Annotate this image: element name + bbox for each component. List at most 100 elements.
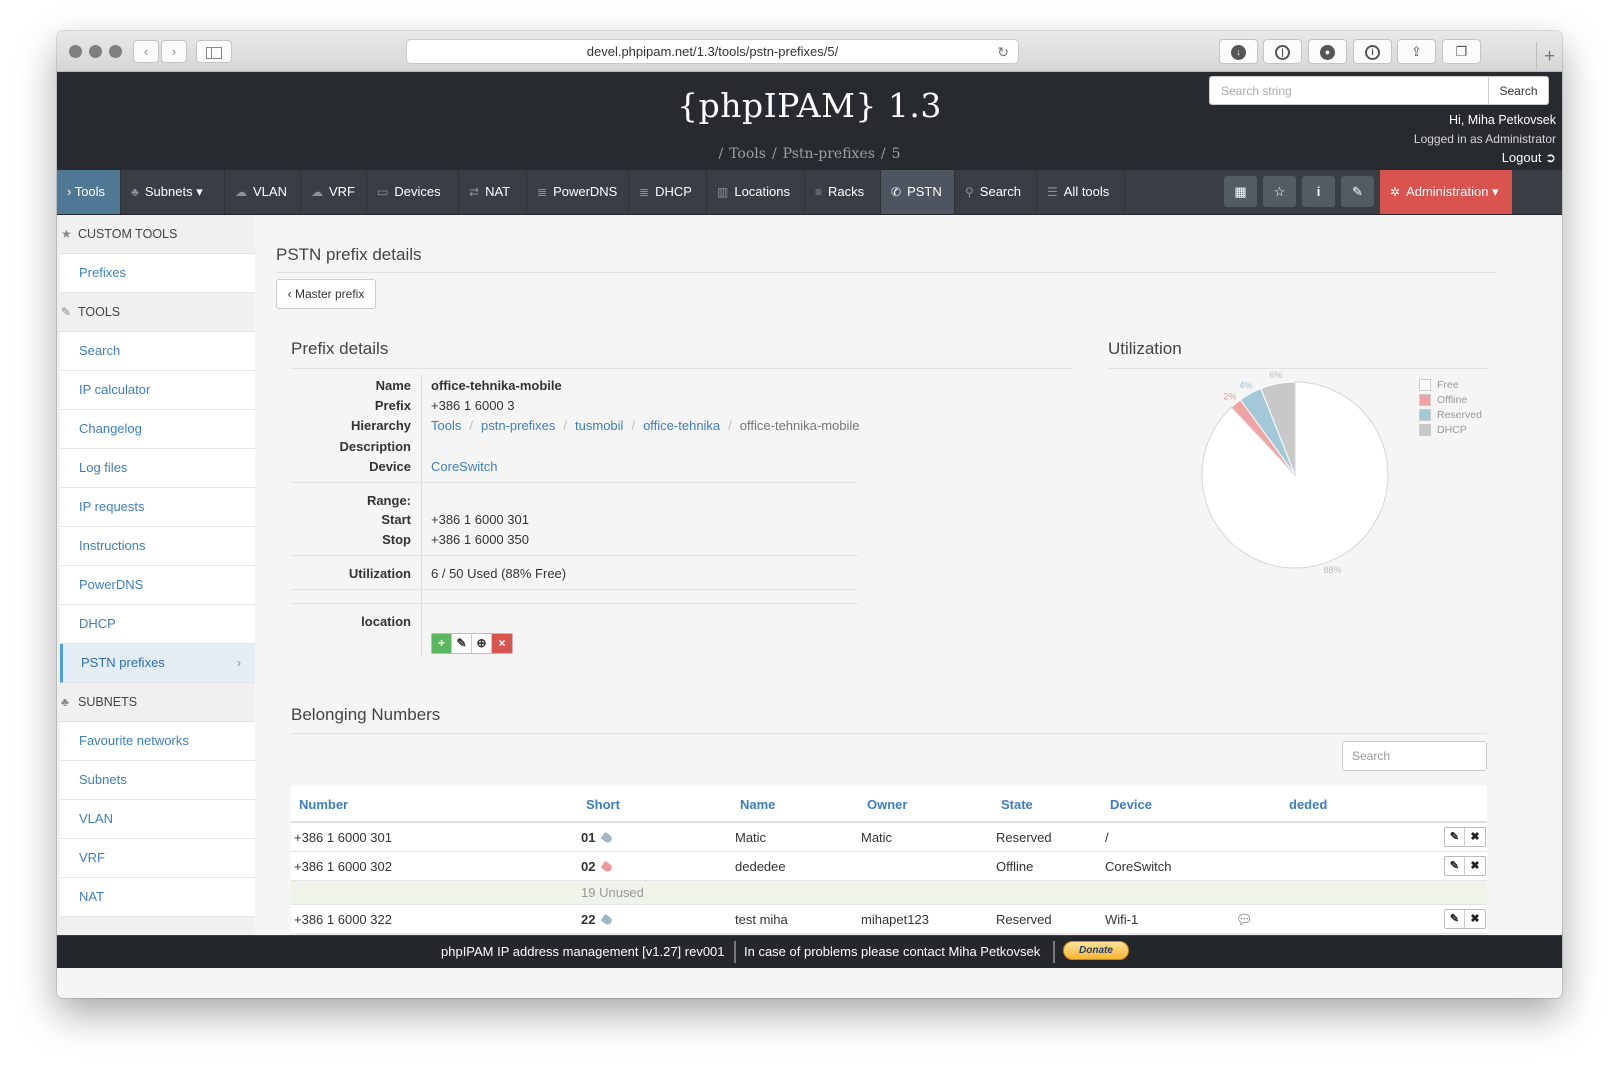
chevron-left-icon: ‹ xyxy=(143,44,149,59)
menu-dhcp[interactable]: ≣ DHCP xyxy=(629,170,707,214)
search-icon: ⚲ xyxy=(965,185,974,199)
tag-icon xyxy=(601,913,614,927)
remove-location-button[interactable]: × xyxy=(492,634,512,653)
donate-button[interactable]: Donate xyxy=(1063,941,1129,960)
add-location-button[interactable]: + xyxy=(432,634,452,653)
cell-device-link[interactable]: CoreSwitch xyxy=(1105,859,1171,874)
menu-locations[interactable]: ▥ Locations xyxy=(707,170,805,214)
numbers-divider xyxy=(291,733,1487,734)
new-tab-button[interactable]: + xyxy=(1536,42,1562,72)
info-button[interactable]: i xyxy=(1302,176,1335,207)
tabs-icon: ❐ xyxy=(1455,44,1468,59)
header-search-button[interactable]: Search xyxy=(1488,77,1548,104)
menu-nat[interactable]: ⇄ NAT xyxy=(459,170,527,214)
cell-device-link[interactable]: Wifi-1 xyxy=(1105,912,1138,927)
edit-number-button[interactable]: ✎ xyxy=(1445,828,1465,846)
cell-name: test miha xyxy=(735,912,788,927)
pie-legend: Free Offline Reserved DHCP xyxy=(1419,378,1482,438)
column-owner[interactable]: Owner xyxy=(867,797,907,812)
sidebar-item-instructions[interactable]: Instructions xyxy=(60,527,255,566)
view-location-button[interactable]: ⊕ xyxy=(472,634,492,653)
logout-link[interactable]: Logout ➲ xyxy=(1502,150,1556,166)
menu-vlan[interactable]: ☁ VLAN xyxy=(225,170,301,214)
exchange-icon: ⇄ xyxy=(469,185,480,199)
tabs-overview-button[interactable]: ❐ xyxy=(1442,39,1481,64)
wrench-icon: ✎ xyxy=(1352,184,1363,199)
sidebar-item-powerdns[interactable]: PowerDNS xyxy=(60,566,255,605)
favourites-button[interactable]: ☆ xyxy=(1263,176,1296,207)
column-short[interactable]: Short xyxy=(586,797,620,812)
sidebar-item-subnets[interactable]: Subnets xyxy=(60,761,255,800)
extension-1password-button[interactable]: | xyxy=(1263,39,1302,64)
menu-racks[interactable]: ≡ Racks xyxy=(805,170,881,214)
footer-contact[interactable]: In case of problems please contact Miha … xyxy=(744,936,1040,967)
edit-number-button[interactable]: ✎ xyxy=(1445,910,1465,928)
sidebar-item-ip-calculator[interactable]: IP calculator xyxy=(60,371,255,410)
column-device[interactable]: Device xyxy=(1110,797,1152,812)
menu-subnets[interactable]: ♣ Subnets ▾ xyxy=(121,170,225,214)
menu-all-tools[interactable]: ☰ All tools xyxy=(1037,170,1125,214)
sidebar-item-pstn-prefixes[interactable]: PSTN prefixes › xyxy=(60,644,255,683)
sidebar-item-nat[interactable]: NAT xyxy=(60,878,255,917)
hierarchy-link-office-tehnika[interactable]: office-tehnika xyxy=(643,418,720,433)
password-icon: | xyxy=(1275,45,1290,61)
cell-state: Offline xyxy=(996,859,1034,874)
sidebar-item-search[interactable]: Search xyxy=(60,332,255,371)
extension-info-button[interactable]: i xyxy=(1353,39,1392,64)
menu-tools[interactable]: › Tools xyxy=(57,170,121,214)
menu-powerdns[interactable]: ≣ PowerDNS xyxy=(527,170,629,214)
sidebar-item-favourite-networks[interactable]: Favourite networks xyxy=(60,722,255,761)
extension-ghostery-button[interactable]: ● xyxy=(1308,39,1347,64)
share-button[interactable]: ⇪ xyxy=(1397,39,1436,64)
back-button[interactable]: ‹ xyxy=(133,40,159,63)
hierarchy-link-pstn-prefixes[interactable]: pstn-prefixes xyxy=(481,418,555,433)
sidebar-item-vrf[interactable]: VRF xyxy=(60,839,255,878)
user-greeting: Hi, Miha Petkovsek xyxy=(1449,113,1556,127)
address-bar[interactable]: devel.phpipam.net/1.3/tools/pstn-prefixe… xyxy=(406,39,1019,64)
sidebar: ★ CUSTOM TOOLS Prefixes ✎ TOOLS Search IP … xyxy=(57,215,255,935)
sidebar-item-changelog[interactable]: Changelog xyxy=(60,410,255,449)
menu-vrf[interactable]: ☁ VRF xyxy=(301,170,367,214)
dashboard-button[interactable]: ▦ xyxy=(1224,176,1257,207)
forward-button[interactable]: › xyxy=(161,40,187,63)
cell-state: Reserved xyxy=(996,830,1052,845)
menu-pstn[interactable]: ✆ PSTN xyxy=(881,170,955,214)
menu-administration[interactable]: ✲ Administration ▾ xyxy=(1380,170,1512,214)
sidebar-item-log-files[interactable]: Log files xyxy=(60,449,255,488)
sidebar-item-dhcp[interactable]: DHCP xyxy=(60,605,255,644)
breadcrumb-tools[interactable]: Tools xyxy=(729,146,766,162)
edit-number-button[interactable]: ✎ xyxy=(1445,857,1465,875)
master-prefix-button[interactable]: ‹ Master prefix xyxy=(276,279,376,309)
footer-divider xyxy=(734,941,736,963)
edit-location-button[interactable]: ✎ xyxy=(452,634,472,653)
column-deded[interactable]: deded xyxy=(1289,797,1327,812)
numbers-table: Number Short Name Owner State Device ded… xyxy=(291,785,1487,934)
minimize-window-button[interactable] xyxy=(89,45,102,58)
breadcrumb-pstn-prefixes[interactable]: Pstn-prefixes xyxy=(783,146,875,162)
cell-number: +386 1 6000 302 xyxy=(294,859,392,874)
sidebar-item-vlan[interactable]: VLAN xyxy=(60,800,255,839)
close-window-button[interactable] xyxy=(69,45,82,58)
zoom-window-button[interactable] xyxy=(109,45,122,58)
comment-icon[interactable]: 💬︎ xyxy=(1236,912,1253,928)
column-number[interactable]: Number xyxy=(299,797,348,812)
sidebar-toggle-button[interactable] xyxy=(196,40,232,63)
sidebar-item-prefixes[interactable]: Prefixes xyxy=(60,254,255,293)
download-button[interactable]: ↓ xyxy=(1219,39,1258,64)
menu-devices[interactable]: ▭ Devices xyxy=(367,170,459,214)
column-name[interactable]: Name xyxy=(740,797,775,812)
device-link[interactable]: CoreSwitch xyxy=(431,459,497,474)
menu-search[interactable]: ⚲ Search xyxy=(955,170,1037,214)
hierarchy-link-tools[interactable]: Tools xyxy=(431,418,461,433)
delete-number-button[interactable]: ✖ xyxy=(1465,910,1485,928)
hierarchy-link-tusmobil[interactable]: tusmobil xyxy=(575,418,623,433)
numbers-search-input[interactable] xyxy=(1342,741,1487,771)
column-state[interactable]: State xyxy=(1001,797,1033,812)
sidebar-item-ip-requests[interactable]: IP requests xyxy=(60,488,255,527)
tools-button[interactable]: ✎ xyxy=(1341,176,1374,207)
delete-number-button[interactable]: ✖ xyxy=(1465,857,1485,875)
reload-icon[interactable]: ↻ xyxy=(997,40,1009,64)
header-search-input[interactable] xyxy=(1210,77,1488,104)
delete-number-button[interactable]: ✖ xyxy=(1465,828,1485,846)
info-icon: i xyxy=(1365,45,1380,61)
